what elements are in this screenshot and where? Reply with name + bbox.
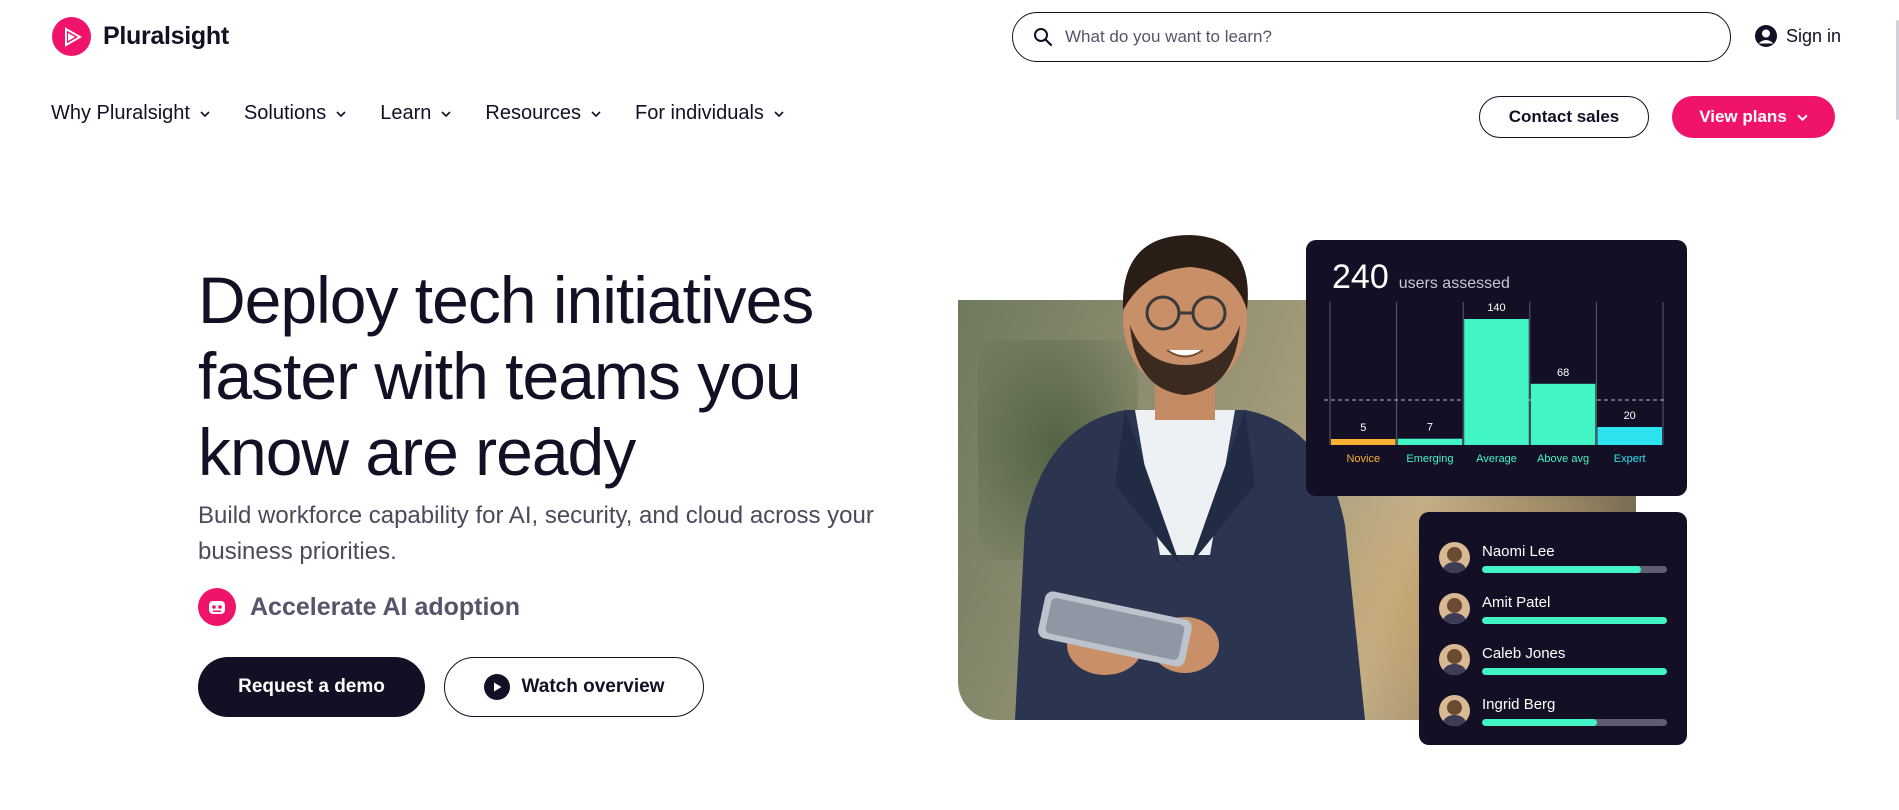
nav-item-label: Solutions [243, 102, 327, 124]
search-icon [1034, 28, 1053, 47]
sign-in-label: Sign in [1786, 25, 1842, 46]
chevron-down-icon [200, 110, 210, 117]
user-name: Naomi Lee [1482, 542, 1555, 560]
chart-bar [1331, 439, 1396, 445]
robot-icon [198, 588, 236, 626]
feature-text: Accelerate AI adoption [250, 592, 520, 621]
bar-value-label: 140 [1487, 302, 1505, 314]
user-name: Ingrid Berg [1482, 695, 1556, 713]
nav-item-label: Learn [380, 102, 432, 124]
category-label: Average [1476, 453, 1517, 465]
search-bar[interactable] [1012, 12, 1731, 62]
watch-overview-button[interactable]: Watch overview [444, 657, 704, 717]
avatar [1439, 593, 1470, 624]
search-input[interactable] [1065, 27, 1730, 47]
chevron-down-icon [336, 110, 346, 117]
bar-value-label: 68 [1557, 367, 1569, 379]
watch-overview-label: Watch overview [521, 676, 665, 697]
chart-bar [1464, 319, 1529, 445]
user-row: Caleb Jones [1439, 634, 1667, 685]
skill-distribution-chart: 5 Novice 7 Emerging 140 Average 68 Above avg 20 E… [1324, 302, 1665, 465]
category-label: Expert [1614, 453, 1646, 465]
chevron-down-icon [774, 110, 784, 117]
progress-track [1482, 565, 1667, 573]
category-label: Emerging [1406, 453, 1453, 465]
hero-headline: Deploy tech initiatives faster with team… [198, 263, 814, 489]
brand-name: Pluralsight [103, 22, 229, 50]
pluralsight-logo[interactable]: Pluralsight [52, 17, 229, 56]
hero-subhead: Build workforce capability for AI, secur… [198, 502, 874, 565]
nav-item-solutions[interactable]: Solutions [244, 102, 346, 125]
nav-item-for-individuals[interactable]: For individuals [635, 102, 784, 125]
contact-sales-button[interactable]: Contact sales [1479, 96, 1649, 138]
user-progress-card: Naomi Lee Amit Patel Caleb Jones Ingrid … [1419, 512, 1687, 745]
bar-value-label: 7 [1427, 422, 1433, 434]
bar-value-label: 20 [1624, 410, 1636, 422]
user-icon [1755, 25, 1777, 47]
avatar [1439, 644, 1470, 675]
chevron-down-icon [591, 110, 601, 117]
nav-item-why-pluralsight[interactable]: Why Pluralsight [51, 102, 210, 125]
progress-fill [1482, 616, 1667, 624]
feature-highlight: Accelerate AI adoption [198, 588, 520, 626]
progress-track [1482, 718, 1667, 726]
avatar [1439, 695, 1470, 726]
progress-fill [1482, 718, 1597, 726]
user-row: Amit Patel [1439, 583, 1667, 634]
avatar [1439, 542, 1470, 573]
chart-bar [1597, 427, 1662, 445]
user-name: Amit Patel [1482, 593, 1551, 611]
nav-item-label: Resources [485, 102, 581, 124]
progress-fill [1482, 667, 1667, 675]
pluralsight-logo-icon [52, 17, 91, 56]
category-label: Above avg [1537, 453, 1589, 465]
nav-item-label: For individuals [634, 102, 764, 124]
main-nav: Why Pluralsight Solutions Learn Resource… [51, 102, 784, 125]
chevron-down-icon [441, 110, 451, 117]
chart-bar [1530, 383, 1596, 445]
category-label: Novice [1346, 453, 1380, 465]
user-name: Caleb Jones [1482, 644, 1566, 662]
progress-fill [1482, 565, 1642, 573]
assessment-chart-card: 240 users assessed 5 Novice 7 Emerging 140 Av… [1306, 240, 1687, 496]
view-plans-button[interactable]: View plans [1672, 96, 1835, 138]
user-row: Naomi Lee [1439, 532, 1667, 583]
view-plans-label: View plans [1699, 107, 1787, 126]
progress-track [1482, 616, 1667, 624]
play-icon [483, 674, 510, 700]
chart-bar [1397, 438, 1463, 445]
nav-item-label: Why Pluralsight [51, 102, 190, 124]
nav-item-resources[interactable]: Resources [485, 102, 601, 125]
bar-value-label: 5 [1360, 422, 1366, 434]
sign-in-link[interactable]: Sign in [1754, 24, 1841, 48]
nav-item-learn[interactable]: Learn [380, 102, 451, 125]
chevron-down-icon [1797, 114, 1808, 121]
progress-track [1482, 667, 1667, 675]
request-demo-button[interactable]: Request a demo [198, 657, 425, 717]
user-row: Ingrid Berg [1439, 685, 1667, 736]
